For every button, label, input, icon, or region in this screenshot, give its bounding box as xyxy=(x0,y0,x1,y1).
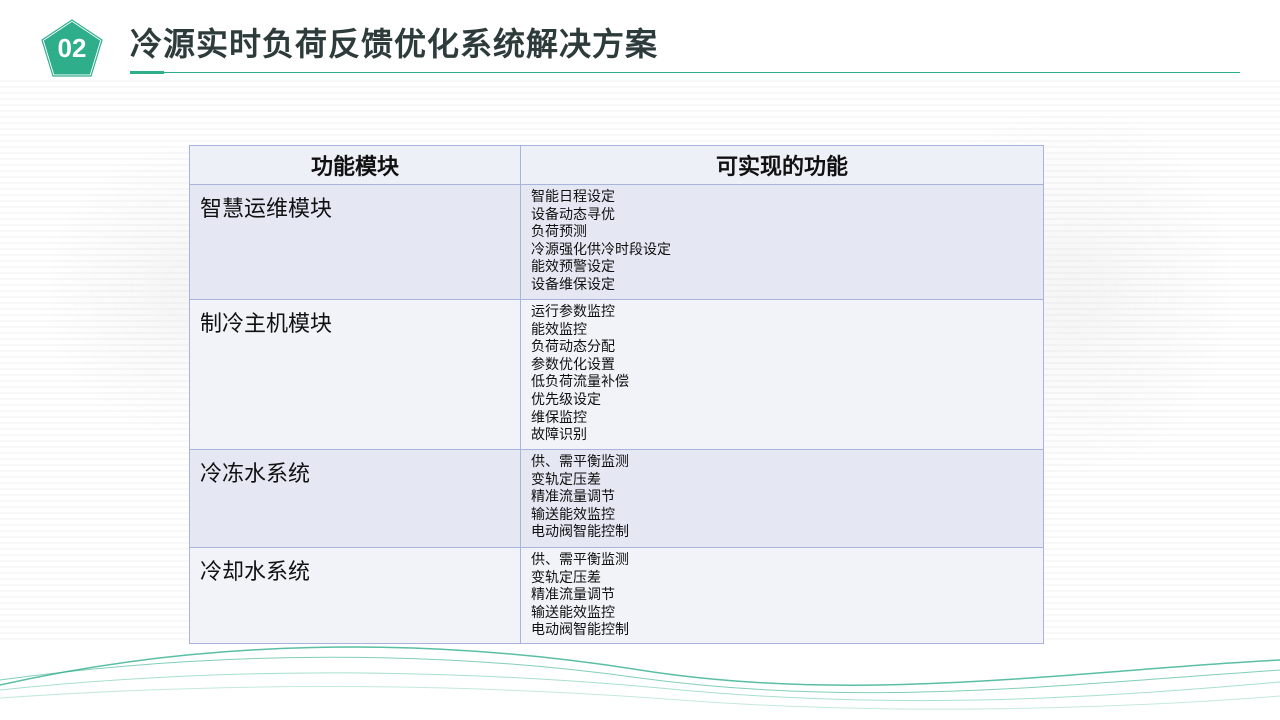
function-list: 智能日程设定 设备动态寻优 负荷预测 冷源强化供冷时段设定 能效预警设定 设备维… xyxy=(520,184,1044,300)
function-item: 冷源强化供冷时段设定 xyxy=(531,241,671,258)
header-module: 功能模块 xyxy=(189,145,521,185)
function-item: 维保监控 xyxy=(531,409,587,426)
title-underline xyxy=(130,72,1240,73)
table-row: 冷冻水系统 供、需平衡监测 变轨定压差 精准流量调节 输送能效监控 电动阀智能控… xyxy=(189,449,1044,548)
function-item: 能效监控 xyxy=(531,321,587,338)
function-item: 供、需平衡监测 xyxy=(531,552,629,568)
function-item: 故障识别 xyxy=(531,427,587,444)
function-item: 能效预警设定 xyxy=(531,259,615,276)
page-title: 冷源实时负荷反馈优化系统解决方案 xyxy=(130,25,659,63)
function-item: 运行参数监控 xyxy=(531,304,615,320)
function-item: 供、需平衡监测 xyxy=(531,454,629,470)
section-number: 02 xyxy=(57,32,87,63)
function-item: 变轨定压差 xyxy=(531,569,601,586)
decorative-waves xyxy=(0,646,1280,710)
function-item: 参数优化设置 xyxy=(531,356,615,373)
function-item: 精准流量调节 xyxy=(531,587,615,604)
function-item: 优先级设定 xyxy=(531,391,601,408)
function-item: 变轨定压差 xyxy=(531,471,601,488)
function-item: 负荷动态分配 xyxy=(531,339,615,356)
function-table: 功能模块 可实现的功能 智慧运维模块 智能日程设定 设备动态寻优 负荷预测 冷源… xyxy=(189,145,1044,644)
function-list: 供、需平衡监测 变轨定压差 精准流量调节 输送能效监控 电动阀智能控制 xyxy=(520,449,1044,548)
function-item: 负荷预测 xyxy=(531,224,587,241)
table-row: 制冷主机模块 运行参数监控 能效监控 负荷动态分配 参数优化设置 低负荷流量补偿… xyxy=(189,299,1044,450)
slide-header: 02 冷源实时负荷反馈优化系统解决方案 xyxy=(0,0,1280,80)
section-number-badge: 02 xyxy=(40,18,104,78)
function-item: 电动阀智能控制 xyxy=(531,524,629,541)
module-name: 制冷主机模块 xyxy=(189,299,521,450)
module-name: 冷冻水系统 xyxy=(189,449,521,548)
function-item: 输送能效监控 xyxy=(531,506,615,523)
table-row: 智慧运维模块 智能日程设定 设备动态寻优 负荷预测 冷源强化供冷时段设定 能效预… xyxy=(189,184,1044,300)
title-underline-accent xyxy=(130,71,164,74)
function-item: 低负荷流量补偿 xyxy=(531,374,629,391)
function-item: 智能日程设定 xyxy=(531,189,615,205)
function-item: 设备维保设定 xyxy=(531,276,615,293)
function-item: 精准流量调节 xyxy=(531,489,615,506)
function-item: 输送能效监控 xyxy=(531,604,615,621)
module-name: 智慧运维模块 xyxy=(189,184,521,300)
table-header-row: 功能模块 可实现的功能 xyxy=(189,145,1044,185)
header-functions: 可实现的功能 xyxy=(520,145,1044,185)
function-list: 运行参数监控 能效监控 负荷动态分配 参数优化设置 低负荷流量补偿 优先级设定 … xyxy=(520,299,1044,450)
function-item: 设备动态寻优 xyxy=(531,206,615,223)
